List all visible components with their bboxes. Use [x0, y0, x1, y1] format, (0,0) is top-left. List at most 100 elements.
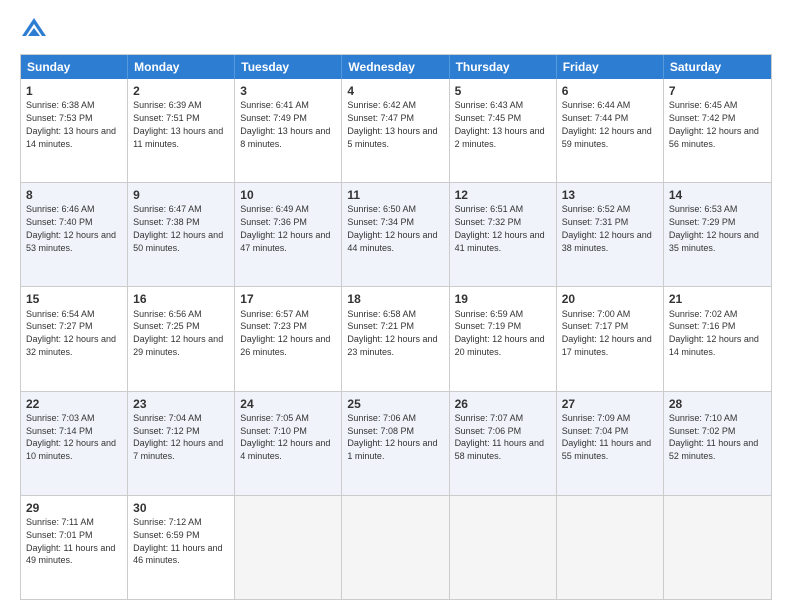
table-row: 2Sunrise: 6:39 AMSunset: 7:51 PMDaylight…	[128, 79, 235, 182]
day-number: 8	[26, 187, 122, 203]
day-number: 20	[562, 291, 658, 307]
table-row	[557, 496, 664, 599]
page-header	[20, 16, 772, 44]
day-number: 27	[562, 396, 658, 412]
cell-info: Sunrise: 6:56 AMSunset: 7:25 PMDaylight:…	[133, 309, 223, 357]
calendar-row: 22Sunrise: 7:03 AMSunset: 7:14 PMDayligh…	[21, 391, 771, 495]
day-number: 28	[669, 396, 766, 412]
header-saturday: Saturday	[664, 55, 771, 79]
cell-info: Sunrise: 6:38 AMSunset: 7:53 PMDaylight:…	[26, 100, 116, 148]
day-number: 2	[133, 83, 229, 99]
cell-info: Sunrise: 6:46 AMSunset: 7:40 PMDaylight:…	[26, 204, 116, 252]
logo	[20, 16, 52, 44]
cell-info: Sunrise: 7:06 AMSunset: 7:08 PMDaylight:…	[347, 413, 437, 461]
table-row: 20 Sunrise: 7:00 AMSunset: 7:17 PMDayligh…	[557, 287, 664, 390]
day-number: 26	[455, 396, 551, 412]
day-number: 17	[240, 291, 336, 307]
table-row: 3Sunrise: 6:41 AMSunset: 7:49 PMDaylight…	[235, 79, 342, 182]
day-number: 1	[26, 83, 122, 99]
header-wednesday: Wednesday	[342, 55, 449, 79]
header-friday: Friday	[557, 55, 664, 79]
day-number: 5	[455, 83, 551, 99]
cell-info: Sunrise: 7:02 AMSunset: 7:16 PMDaylight:…	[669, 309, 759, 357]
table-row: 27Sunrise: 7:09 AMSunset: 7:04 PMDayligh…	[557, 392, 664, 495]
table-row: 25Sunrise: 7:06 AMSunset: 7:08 PMDayligh…	[342, 392, 449, 495]
table-row: 12Sunrise: 6:51 AMSunset: 7:32 PMDayligh…	[450, 183, 557, 286]
table-row: 18 Sunrise: 6:58 AMSunset: 7:21 PMDayligh…	[342, 287, 449, 390]
table-row: 4Sunrise: 6:42 AMSunset: 7:47 PMDaylight…	[342, 79, 449, 182]
cell-info: Sunrise: 6:58 AMSunset: 7:21 PMDaylight:…	[347, 309, 437, 357]
day-number: 19	[455, 291, 551, 307]
calendar-page: Sunday Monday Tuesday Wednesday Thursday…	[0, 0, 792, 612]
table-row: 5Sunrise: 6:43 AMSunset: 7:45 PMDaylight…	[450, 79, 557, 182]
cell-info: Sunrise: 7:05 AMSunset: 7:10 PMDaylight:…	[240, 413, 330, 461]
day-number: 21	[669, 291, 766, 307]
day-number: 16	[133, 291, 229, 307]
cell-info: Sunrise: 6:57 AMSunset: 7:23 PMDaylight:…	[240, 309, 330, 357]
day-number: 14	[669, 187, 766, 203]
cell-info: Sunrise: 7:03 AMSunset: 7:14 PMDaylight:…	[26, 413, 116, 461]
header-tuesday: Tuesday	[235, 55, 342, 79]
cell-info: Sunrise: 6:50 AMSunset: 7:34 PMDaylight:…	[347, 204, 437, 252]
day-number: 22	[26, 396, 122, 412]
day-number: 4	[347, 83, 443, 99]
table-row: 10Sunrise: 6:49 AMSunset: 7:36 PMDayligh…	[235, 183, 342, 286]
table-row	[450, 496, 557, 599]
cell-info: Sunrise: 6:45 AMSunset: 7:42 PMDaylight:…	[669, 100, 759, 148]
table-row: 8Sunrise: 6:46 AMSunset: 7:40 PMDaylight…	[21, 183, 128, 286]
day-number: 12	[455, 187, 551, 203]
table-row: 6Sunrise: 6:44 AMSunset: 7:44 PMDaylight…	[557, 79, 664, 182]
day-number: 23	[133, 396, 229, 412]
header-thursday: Thursday	[450, 55, 557, 79]
table-row: 29Sunrise: 7:11 AMSunset: 7:01 PMDayligh…	[21, 496, 128, 599]
cell-info: Sunrise: 6:51 AMSunset: 7:32 PMDaylight:…	[455, 204, 545, 252]
table-row: 22Sunrise: 7:03 AMSunset: 7:14 PMDayligh…	[21, 392, 128, 495]
day-number: 18	[347, 291, 443, 307]
calendar: Sunday Monday Tuesday Wednesday Thursday…	[20, 54, 772, 600]
day-number: 30	[133, 500, 229, 516]
calendar-header: Sunday Monday Tuesday Wednesday Thursday…	[21, 55, 771, 79]
day-number: 11	[347, 187, 443, 203]
day-number: 7	[669, 83, 766, 99]
calendar-row: 29Sunrise: 7:11 AMSunset: 7:01 PMDayligh…	[21, 495, 771, 599]
day-number: 29	[26, 500, 122, 516]
day-number: 24	[240, 396, 336, 412]
calendar-row: 15Sunrise: 6:54 AMSunset: 7:27 PMDayligh…	[21, 286, 771, 390]
cell-info: Sunrise: 6:44 AMSunset: 7:44 PMDaylight:…	[562, 100, 652, 148]
table-row: 14Sunrise: 6:53 AMSunset: 7:29 PMDayligh…	[664, 183, 771, 286]
table-row: 16 Sunrise: 6:56 AMSunset: 7:25 PMDayligh…	[128, 287, 235, 390]
cell-info: Sunrise: 6:52 AMSunset: 7:31 PMDaylight:…	[562, 204, 652, 252]
table-row	[342, 496, 449, 599]
cell-info: Sunrise: 6:53 AMSunset: 7:29 PMDaylight:…	[669, 204, 759, 252]
cell-info: Sunrise: 6:47 AMSunset: 7:38 PMDaylight:…	[133, 204, 223, 252]
table-row: 13Sunrise: 6:52 AMSunset: 7:31 PMDayligh…	[557, 183, 664, 286]
table-row: 21 Sunrise: 7:02 AMSunset: 7:16 PMDayligh…	[664, 287, 771, 390]
table-row: 19 Sunrise: 6:59 AMSunset: 7:19 PMDayligh…	[450, 287, 557, 390]
day-number: 9	[133, 187, 229, 203]
cell-info: Sunrise: 6:49 AMSunset: 7:36 PMDaylight:…	[240, 204, 330, 252]
calendar-body: 1Sunrise: 6:38 AMSunset: 7:53 PMDaylight…	[21, 79, 771, 599]
table-row: 1Sunrise: 6:38 AMSunset: 7:53 PMDaylight…	[21, 79, 128, 182]
table-row: 28Sunrise: 7:10 AMSunset: 7:02 PMDayligh…	[664, 392, 771, 495]
cell-info: Sunrise: 6:42 AMSunset: 7:47 PMDaylight:…	[347, 100, 437, 148]
day-number: 13	[562, 187, 658, 203]
table-row	[235, 496, 342, 599]
table-row: 9Sunrise: 6:47 AMSunset: 7:38 PMDaylight…	[128, 183, 235, 286]
cell-info: Sunrise: 7:10 AMSunset: 7:02 PMDaylight:…	[669, 413, 758, 461]
cell-info: Sunrise: 7:00 AMSunset: 7:17 PMDaylight:…	[562, 309, 652, 357]
cell-info: Sunrise: 6:54 AMSunset: 7:27 PMDaylight:…	[26, 309, 116, 357]
cell-info: Sunrise: 7:11 AMSunset: 7:01 PMDaylight:…	[26, 517, 115, 565]
header-sunday: Sunday	[21, 55, 128, 79]
table-row: 17 Sunrise: 6:57 AMSunset: 7:23 PMDayligh…	[235, 287, 342, 390]
header-monday: Monday	[128, 55, 235, 79]
day-number: 6	[562, 83, 658, 99]
cell-info: Sunrise: 7:04 AMSunset: 7:12 PMDaylight:…	[133, 413, 223, 461]
table-row: 24Sunrise: 7:05 AMSunset: 7:10 PMDayligh…	[235, 392, 342, 495]
cell-info: Sunrise: 6:59 AMSunset: 7:19 PMDaylight:…	[455, 309, 545, 357]
day-number: 10	[240, 187, 336, 203]
table-row: 26Sunrise: 7:07 AMSunset: 7:06 PMDayligh…	[450, 392, 557, 495]
cell-info: Sunrise: 7:07 AMSunset: 7:06 PMDaylight:…	[455, 413, 544, 461]
cell-info: Sunrise: 6:39 AMSunset: 7:51 PMDaylight:…	[133, 100, 223, 148]
cell-info: Sunrise: 6:41 AMSunset: 7:49 PMDaylight:…	[240, 100, 330, 148]
table-row: 11Sunrise: 6:50 AMSunset: 7:34 PMDayligh…	[342, 183, 449, 286]
